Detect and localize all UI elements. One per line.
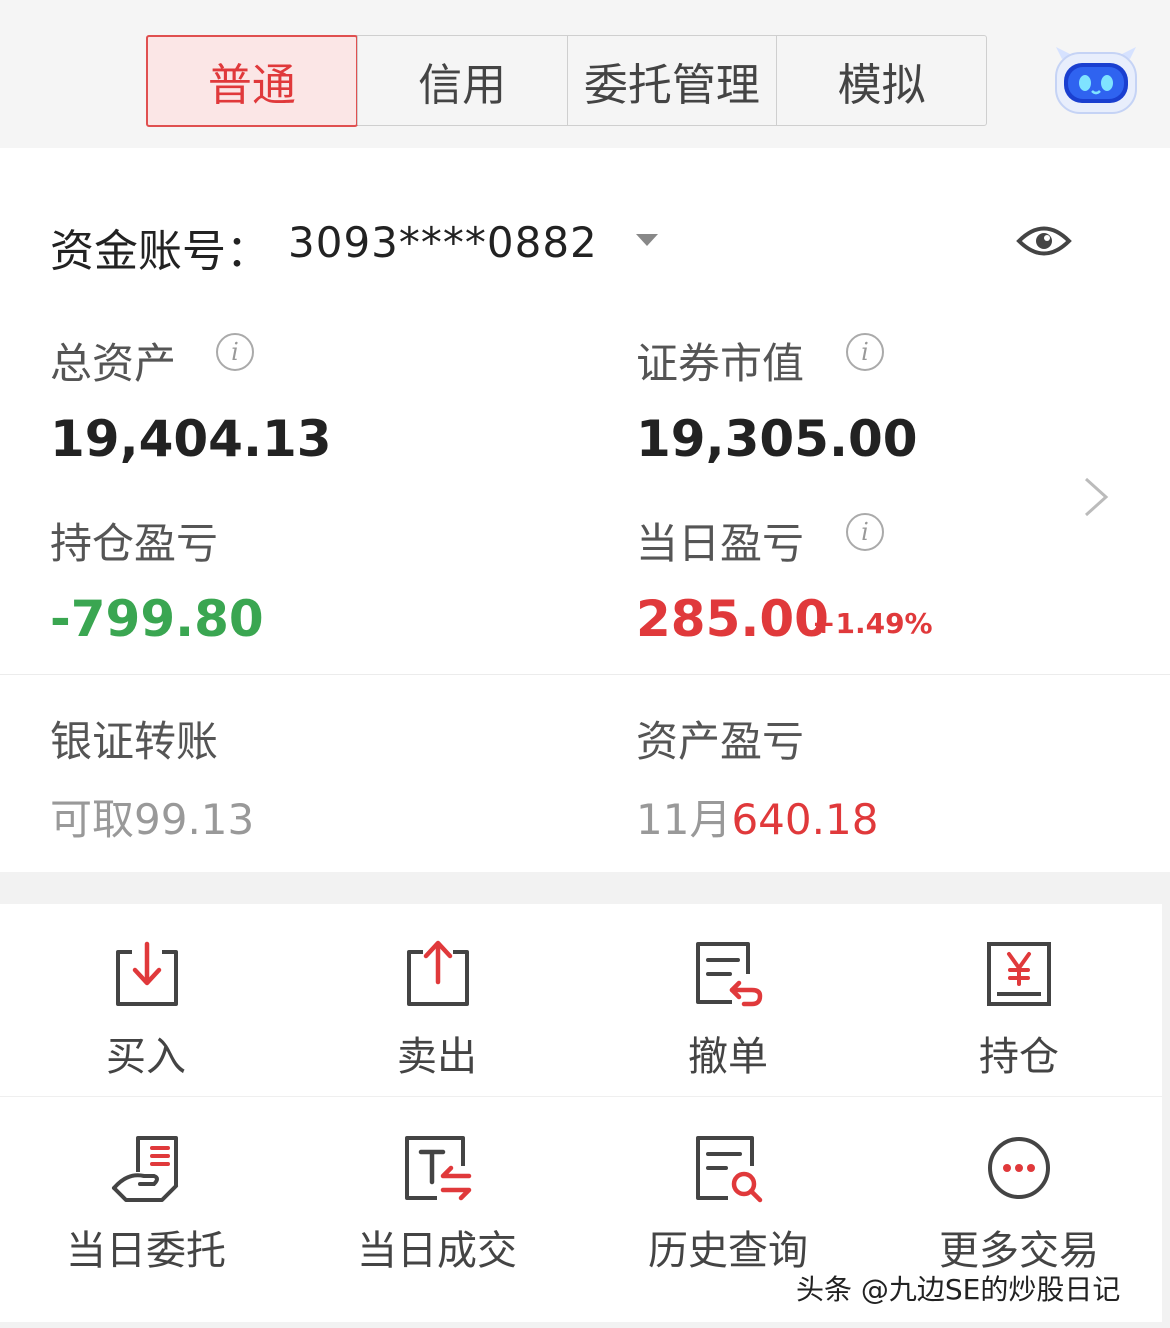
asset-pl-month: 11月 [636,795,732,844]
asset-pl-value: 640.18 [731,795,879,844]
holdings-icon [987,942,1051,1006]
daily-trades-button[interactable]: 当日成交 [337,1132,537,1276]
position-pl-label: 持仓盈亏 [50,519,219,568]
account-dropdown-icon[interactable] [636,234,658,246]
daily-pl-label: 当日盈亏 [636,519,805,568]
divider [0,1096,1162,1097]
tab-credit[interactable]: 信用 [356,36,567,125]
buy-label: 买入 [106,1034,186,1080]
chevron-right-icon[interactable] [1082,476,1110,518]
eye-icon[interactable] [1016,220,1072,262]
cancel-order-label: 撤单 [688,1034,768,1080]
tab-normal[interactable]: 普通 [145,34,359,127]
account-type-tabs: 普通 信用 委托管理 模拟 [145,34,987,127]
more-trades-button[interactable]: 更多交易 [919,1132,1119,1276]
robot-assistant-icon[interactable] [1052,45,1140,115]
daily-trades-icon [405,1136,472,1201]
daily-orders-label: 当日委托 [66,1228,226,1274]
daily-orders-icon [112,1136,178,1202]
market-value-label: 证券市值 [636,339,805,388]
tab-simulation[interactable]: 模拟 [776,36,986,125]
holdings-button[interactable]: 持仓 [919,938,1119,1082]
withdrawable-prefix: 可取 [50,795,135,844]
account-label: 资金账号： [50,226,270,277]
daily-trades-label: 当日成交 [357,1228,517,1274]
position-pl-value: -799.80 [50,590,264,648]
asset-pl-monthly[interactable]: 11月640.18 [636,786,878,847]
info-icon[interactable]: i [216,333,254,371]
holdings-label: 持仓 [979,1034,1059,1080]
total-assets-label: 总资产 [50,339,177,388]
sell-icon [407,940,469,1006]
buy-icon [116,941,178,1006]
daily-pl-value: 285.00 [636,590,829,648]
cancel-order-button[interactable]: 撤单 [628,938,828,1082]
total-assets-value: 19,404.13 [50,410,332,468]
asset-pl-label[interactable]: 资产盈亏 [636,708,804,769]
history-search-icon [696,1136,763,1203]
more-icon [988,1137,1050,1199]
info-icon[interactable]: i [846,513,884,551]
divider [0,674,1170,675]
sell-label: 卖出 [397,1034,477,1080]
buy-button[interactable]: 买入 [46,938,246,1082]
daily-orders-button[interactable]: 当日委托 [46,1132,246,1276]
tab-order-management[interactable]: 委托管理 [566,36,777,125]
history-search-button[interactable]: 历史查询 [628,1132,828,1276]
withdrawable-value: 99.13 [134,795,255,844]
info-icon[interactable]: i [846,333,884,371]
cancel-order-icon [696,942,763,1007]
bank-transfer-label[interactable]: 银证转账 [50,708,218,769]
market-value: 19,305.00 [636,410,918,468]
daily-pl-percent: +1.49% [812,607,933,640]
watermark: 头条 @九边SE的炒股日记 [796,1273,1121,1306]
withdrawable-amount[interactable]: 可取99.13 [50,786,254,847]
sell-button[interactable]: 卖出 [337,938,537,1082]
account-number[interactable]: 3093****0882 [288,218,598,267]
